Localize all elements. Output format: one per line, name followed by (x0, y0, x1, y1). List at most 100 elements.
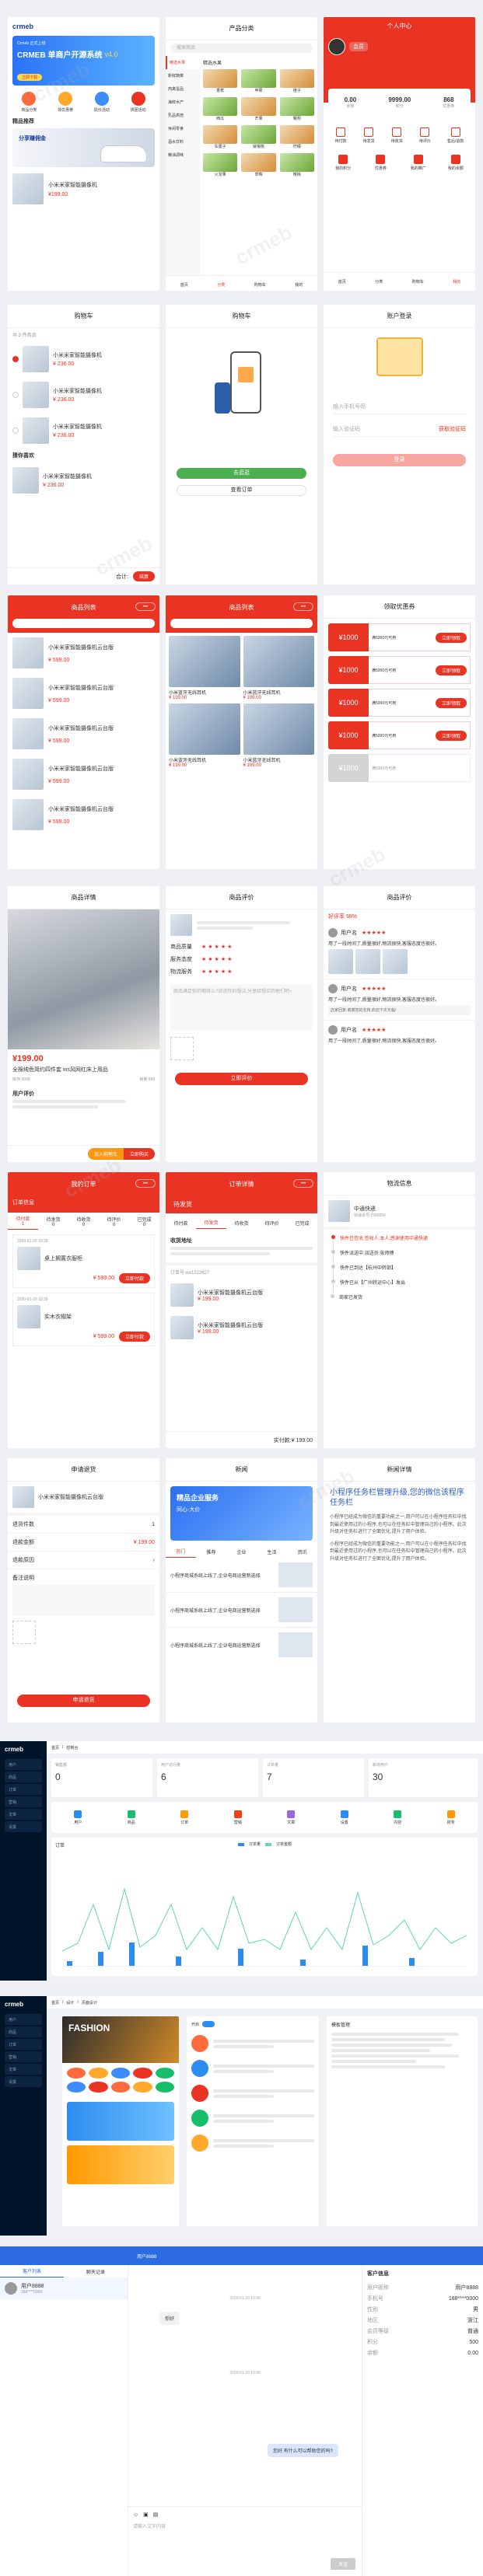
news-tab[interactable]: 生活 (257, 1546, 287, 1558)
category-tile[interactable]: 葡萄 (279, 97, 314, 121)
order-goods[interactable]: 小米米家智能摄像机云台版 ¥ 199.00 (166, 1311, 317, 1344)
star-rating[interactable]: ★★★★★ (201, 944, 233, 950)
search-input[interactable] (170, 619, 313, 628)
component-row[interactable] (191, 2110, 314, 2127)
take-button[interactable]: 立即领取 (435, 665, 467, 675)
grid-item[interactable]: 小米蓝牙无线耳机 ¥ 199.00 (243, 703, 314, 768)
service-item[interactable]: 优惠券 (366, 155, 395, 171)
toggle-switch[interactable] (202, 2021, 215, 2027)
chat-tab[interactable]: 客户列表 (0, 2265, 64, 2278)
component-row[interactable] (191, 2134, 314, 2152)
order-shortcut[interactable]: 待评价 (419, 127, 431, 144)
order-tab[interactable]: 待发货 0 (38, 1213, 68, 1230)
quick-item[interactable]: 订单 (180, 1810, 188, 1825)
news-banner[interactable]: 精品企业服务 同心·大价 (170, 1486, 313, 1541)
upload-photo-button[interactable] (170, 1037, 194, 1060)
service-item[interactable]: 我的积分 (328, 155, 358, 171)
sidebar-item[interactable]: 营销 (5, 2051, 42, 2062)
list-item[interactable]: 小米米家智能摄像机云台版 ¥ 599.00 (8, 633, 159, 673)
grid-item[interactable]: 小米蓝牙无线耳机 ¥ 199.00 (169, 703, 240, 768)
sidebar-item[interactable]: 订单 (5, 1784, 42, 1795)
get-code-button[interactable]: 获取验证码 (439, 425, 466, 433)
coupon-card[interactable]: ¥1000 满5000元可用 (328, 754, 471, 782)
coupon-card[interactable]: ¥1000 满5000元可用 立即领取 (328, 623, 471, 651)
coupon-card[interactable]: ¥1000 满5000元可用 立即领取 (328, 721, 471, 749)
sidebar-item[interactable]: 商品 (5, 2026, 42, 2037)
category-tile[interactable]: 香蕉 (203, 69, 238, 93)
list-item[interactable]: 小米米家智能摄像机云台版 ¥ 599.00 (8, 714, 159, 754)
tab-home[interactable]: 首页 (338, 279, 346, 284)
sidebar-item[interactable]: 订单 (5, 2039, 42, 2050)
file-icon[interactable]: ▤ (153, 2511, 159, 2518)
category-tile[interactable]: 柠檬 (279, 125, 314, 149)
code-input[interactable]: 输入验证码 (333, 425, 360, 433)
customer-item[interactable]: 用户8888 188****0000 (0, 2278, 128, 2299)
category-side-item[interactable]: 粮油调味 (166, 148, 200, 162)
news-tab[interactable]: 企业 (226, 1546, 257, 1558)
add-cart-button[interactable]: 加入购物车 (87, 1148, 124, 1160)
nav-item[interactable]: 砍价活动 (94, 92, 110, 113)
quick-item[interactable]: 财务 (446, 1810, 455, 1825)
category-side-item[interactable]: 海鲜水产 (166, 96, 200, 109)
secondary-button[interactable]: 查看订单 (177, 485, 306, 496)
reason-select[interactable]: 退款原因 › (8, 1552, 159, 1569)
category-side-item[interactable]: 精选水果 (166, 56, 200, 69)
component-row[interactable] (191, 2060, 314, 2077)
tab-mine[interactable]: 我的 (295, 282, 303, 288)
remark-textarea[interactable] (12, 1585, 155, 1616)
sidebar-item[interactable]: 用户 (5, 2014, 42, 2025)
quick-item[interactable]: 文章 (287, 1810, 295, 1825)
news-tab[interactable]: 资讯 (287, 1546, 317, 1558)
category-tile[interactable]: 草莓 (241, 153, 276, 177)
order-shortcut[interactable]: 待付款 (335, 127, 347, 144)
category-tile[interactable]: 火龙果 (203, 153, 238, 177)
take-button[interactable]: 立即领取 (435, 697, 467, 708)
tab-cart[interactable]: 购物车 (412, 279, 424, 284)
search-input[interactable] (12, 619, 155, 628)
category-side-item[interactable]: 乳品烘焙 (166, 109, 200, 122)
sidebar-item[interactable]: 商品 (5, 1771, 42, 1782)
comment-textarea[interactable]: 商品满足你的期待么?说说你的想法,分享给想买的他们吧~ (170, 984, 313, 1031)
list-item[interactable]: 小米米家智能摄像机云台版 ¥ 599.00 (8, 794, 159, 835)
category-tile[interactable]: 樱桃 (279, 153, 314, 177)
take-button[interactable]: 立即领取 (435, 730, 467, 741)
category-tile[interactable]: 橙子 (279, 69, 314, 93)
order-tab[interactable]: 待付款 1 (8, 1213, 38, 1230)
login-button[interactable]: 登录 (333, 454, 466, 466)
nav-item[interactable]: 领优惠券 (58, 92, 73, 113)
list-item[interactable]: 小米米家智能摄像机云台版 ¥ 599.00 (8, 673, 159, 714)
capsule-menu[interactable]: ••• (293, 602, 313, 611)
coupon-card[interactable]: ¥1000 满5000元可用 立即领取 (328, 656, 471, 684)
quantity-stepper[interactable]: 1 (152, 1522, 155, 1527)
capsule-menu[interactable]: ••• (293, 1179, 313, 1188)
image-icon[interactable]: ▣ (143, 2511, 149, 2518)
submit-button[interactable]: 申请退货 (17, 1695, 150, 1707)
quick-item[interactable]: 设置 (340, 1810, 348, 1825)
order-tab[interactable]: 已完成 0 (129, 1213, 159, 1230)
sidebar-item[interactable]: 设置 (5, 2076, 42, 2087)
promo-banner[interactable]: 分享赚佣金 (12, 128, 155, 167)
breadcrumb[interactable]: 设计 (66, 2000, 74, 2005)
submit-button[interactable]: 立即评价 (175, 1073, 308, 1085)
product-card[interactable]: 小米米家智能摄像机 ¥199.00 (8, 167, 159, 211)
order-shortcut[interactable]: 售后/退款 (447, 127, 464, 144)
tab-home[interactable]: 首页 (180, 282, 188, 288)
star-rating[interactable]: ★★★★★ (201, 956, 233, 962)
service-item[interactable]: 我的余额 (441, 155, 471, 171)
cart-item[interactable]: 小米米家智能摄像机 ¥ 236.00 (8, 462, 159, 498)
star-rating[interactable]: ★★★★★ (201, 969, 233, 975)
home-banner[interactable]: Crmeb 正式上线 CRMEB 单商户开源系统 v4.0 立即下载 (12, 36, 155, 86)
component-row[interactable] (191, 2085, 314, 2102)
news-item[interactable]: 小程序商城系统上线了,企业电商运营新选择 (166, 1558, 317, 1593)
sidebar-item[interactable]: 文章 (5, 2064, 42, 2075)
news-tab[interactable]: 推荐 (196, 1546, 226, 1558)
category-tile[interactable]: 猕猴桃 (241, 125, 276, 149)
checkout-button[interactable]: 结算 (132, 571, 155, 581)
grid-item[interactable]: 小米蓝牙无线耳机 ¥ 199.00 (169, 636, 240, 700)
nav-item[interactable]: 商品分类 (21, 92, 37, 113)
news-item[interactable]: 小程序商城系统上线了,企业电商运营新选择 (166, 1593, 317, 1628)
category-side-item[interactable]: 酒水饮料 (166, 135, 200, 148)
emoji-icon[interactable]: ☺ (133, 2512, 138, 2518)
take-button[interactable]: 立即领取 (435, 632, 467, 643)
tab-category[interactable]: 分类 (217, 282, 225, 288)
